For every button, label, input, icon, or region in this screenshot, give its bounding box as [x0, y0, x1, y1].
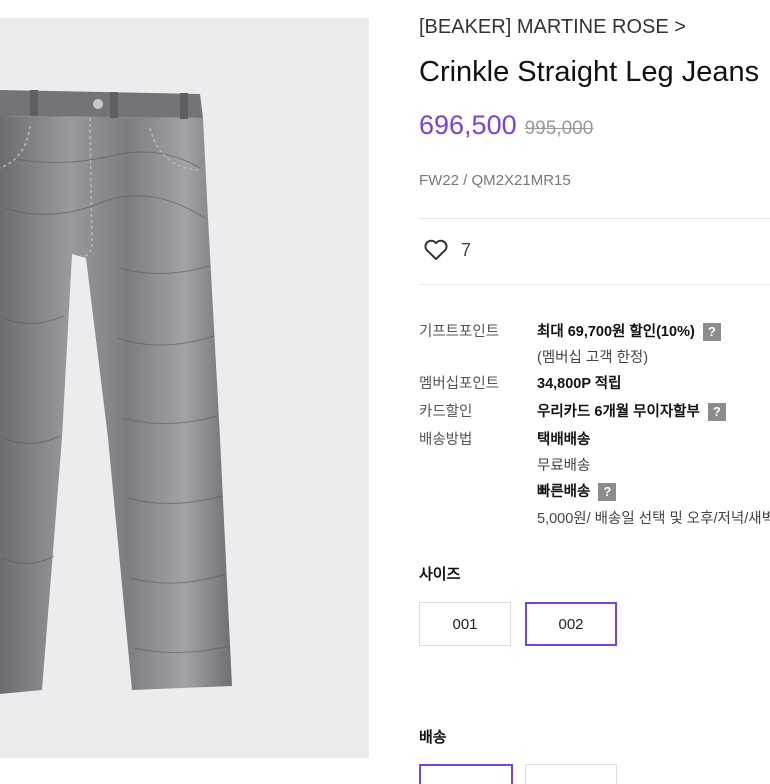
product-code: FW22 / QM2X21MR15 — [419, 172, 571, 189]
fast-delivery-text: 빠른배송 — [537, 484, 591, 500]
gift-point-note: (멤버십 고객 한정) — [537, 350, 649, 366]
like-count: 7 — [461, 239, 472, 260]
help-icon[interactable]: ? — [598, 483, 617, 502]
shipping-option[interactable] — [525, 764, 617, 784]
original-price: 995,000 — [524, 118, 594, 139]
size-option-002[interactable]: 002 — [525, 602, 617, 646]
like-button[interactable]: 7 — [423, 238, 471, 262]
help-icon[interactable]: ? — [702, 323, 721, 342]
size-option-001[interactable]: 001 — [419, 602, 511, 646]
product-image[interactable] — [0, 18, 369, 758]
divider — [419, 218, 770, 219]
heart-icon — [424, 239, 448, 260]
shipping-option-selected[interactable] — [419, 764, 513, 784]
jeans-illustration — [0, 90, 232, 694]
shipping-label: 배송 — [419, 729, 447, 746]
sale-price: 696,500 — [419, 110, 517, 140]
divider — [419, 284, 770, 285]
gift-point-value: 최대 69,700원 할인(10%)? — [537, 320, 721, 342]
fast-delivery-value: 빠른배송? — [537, 480, 617, 502]
membership-label: 멤버십포인트 — [419, 376, 500, 392]
delivery-value: 택배배송 — [537, 432, 591, 448]
gift-point-label: 기프트포인트 — [419, 324, 500, 340]
card-discount-label: 카드할인 — [419, 404, 473, 420]
price-row: 696,500 995,000 — [419, 110, 593, 141]
membership-value: 34,800P 적립 — [537, 376, 622, 392]
card-discount-value: 우리카드 6개월 무이자할부? — [537, 400, 726, 422]
fast-delivery-note: 5,000원/ 배송일 선택 및 오후/저녁/새벽 배송 — [537, 511, 770, 527]
card-discount-text: 우리카드 6개월 무이자할부 — [537, 404, 700, 420]
size-label: 사이즈 — [419, 566, 461, 583]
fast-delivery-note-row: 5,000원/ 배송일 선택 및 오후/저녁/새벽 배송 — [419, 507, 770, 529]
delivery-note: 무료배송 — [537, 458, 591, 474]
delivery-label: 배송방법 — [419, 432, 473, 448]
gift-point-text: 최대 69,700원 할인(10%) — [537, 324, 695, 340]
product-title: Crinkle Straight Leg Jeans — [419, 56, 760, 88]
breadcrumb[interactable]: [BEAKER] MARTINE ROSE > — [419, 16, 686, 39]
help-icon[interactable]: ? — [707, 403, 726, 422]
